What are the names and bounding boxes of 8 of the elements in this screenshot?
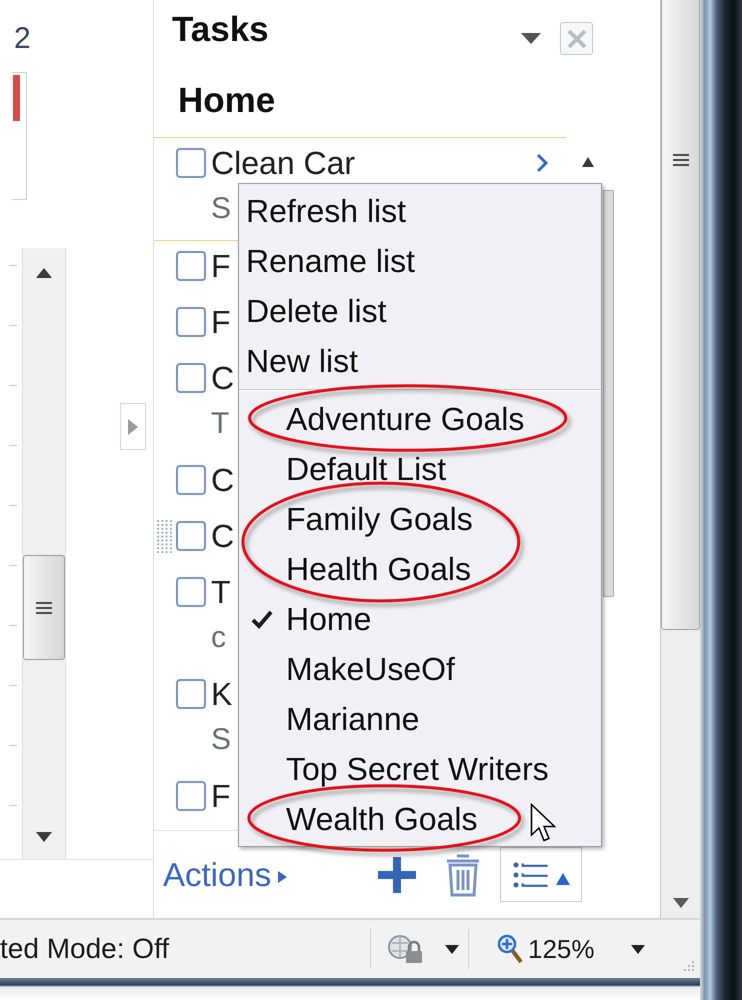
list-title: Home [178,81,276,121]
task-note: T [211,407,230,441]
status-text: ted Mode: Off [0,933,170,965]
panel-title: Tasks [172,10,269,50]
task-note: S [211,192,232,226]
task-note: S [211,723,232,757]
task-note: c [211,621,226,655]
page-digit: 2 [14,22,31,56]
